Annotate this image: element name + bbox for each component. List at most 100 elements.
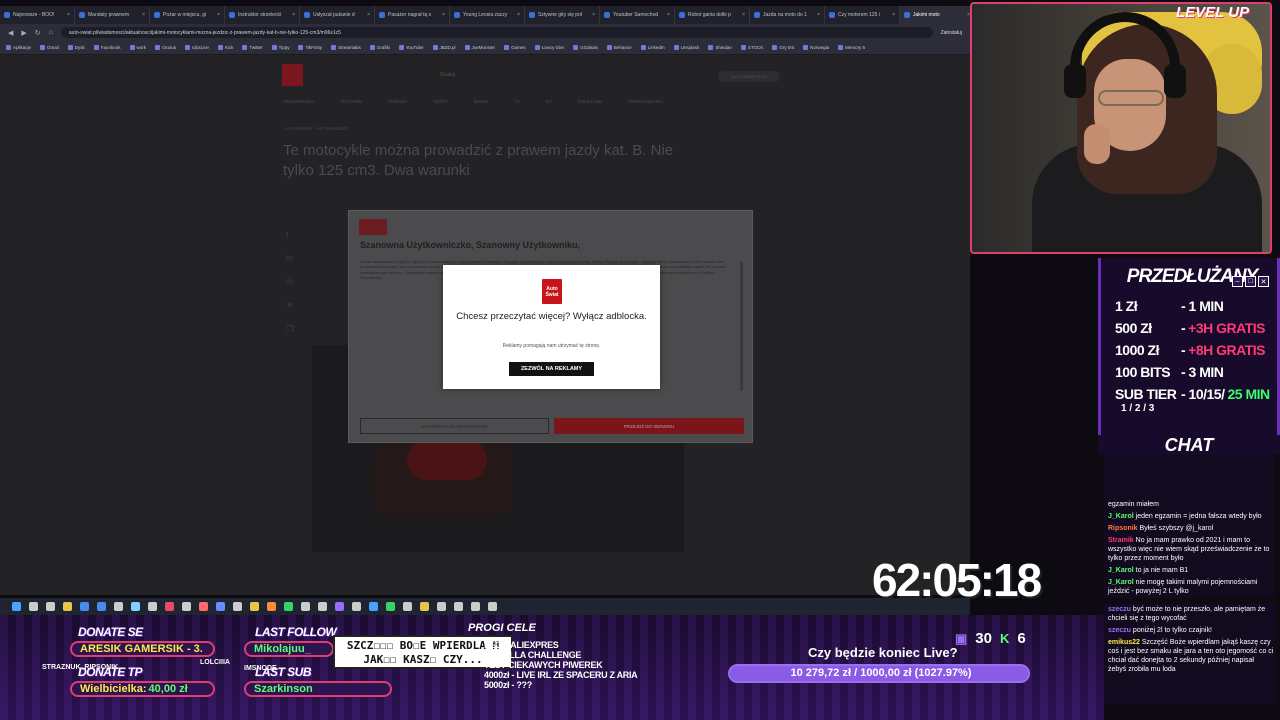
- taskbar-app-20-icon[interactable]: [488, 602, 497, 611]
- consent-scrollbar[interactable]: [740, 261, 743, 391]
- taskbar-app-10-icon[interactable]: [318, 602, 327, 611]
- taskbar-app-5-icon[interactable]: [199, 602, 208, 611]
- bookmark-item[interactable]: STOCK: [740, 45, 763, 50]
- bookmark-item[interactable]: Norwegia: [803, 45, 829, 50]
- browser-tab[interactable]: Jazda na moto do 1 ×: [750, 6, 825, 24]
- bookmark-item[interactable]: TikFinity: [298, 45, 322, 50]
- taskbar-app-15-icon[interactable]: [403, 602, 412, 611]
- site-nav-item[interactable]: TESTY: [433, 99, 448, 104]
- bookmark-item[interactable]: Dysk: [67, 45, 85, 50]
- browser-tab[interactable]: Usłyszał pukanie d ×: [300, 6, 375, 24]
- taskbar-spotify-icon[interactable]: [284, 602, 293, 611]
- bookmark-item[interactable]: Łowcy Gier: [534, 45, 564, 50]
- taskbar-chrome-icon[interactable]: [250, 602, 259, 611]
- taskbar-mail-icon[interactable]: [97, 602, 106, 611]
- taskbar-app-3-icon[interactable]: [165, 602, 174, 611]
- bookmark-item[interactable]: Aplikacje: [6, 45, 31, 50]
- site-nav-item[interactable]: TV: [514, 99, 520, 104]
- taskbar-calendar-icon[interactable]: [114, 602, 123, 611]
- taskbar-start-icon[interactable]: [12, 602, 21, 611]
- bookmark-item[interactable]: JBZD.pl: [432, 45, 456, 50]
- bookmark-item[interactable]: GGdeals: [573, 45, 598, 50]
- site-logo[interactable]: [282, 64, 303, 86]
- tab-close-icon[interactable]: ×: [892, 12, 895, 18]
- browser-tab[interactable]: Robot gania dolki p ×: [675, 6, 750, 24]
- taskbar-app-16-icon[interactable]: [420, 602, 429, 611]
- taskbar-app-8-icon[interactable]: [267, 602, 276, 611]
- browser-tab[interactable]: Sztywne gity się poł ×: [525, 6, 600, 24]
- taskbar-app-2-icon[interactable]: [148, 602, 157, 611]
- taskbar-app-6-icon[interactable]: [216, 602, 225, 611]
- site-nav-item[interactable]: PRZEGLĄDARKI: [628, 99, 663, 104]
- browser-tab[interactable]: Mandaty prawnem ×: [75, 6, 150, 24]
- bookmark-item[interactable]: IdiotLive: [185, 45, 209, 50]
- tab-close-icon[interactable]: ×: [67, 12, 70, 18]
- site-nav-item[interactable]: POLECANE: [578, 99, 603, 104]
- bookmark-item[interactable]: Behance: [606, 45, 632, 50]
- taskbar-store-icon[interactable]: [80, 602, 89, 611]
- browser-tab[interactable]: Najnowsze - BOO! ×: [0, 6, 75, 24]
- browser-tab[interactable]: Czy motorem 125 i ×: [825, 6, 900, 24]
- taskbar-app-19-icon[interactable]: [471, 602, 480, 611]
- bookmark-item[interactable]: Shindan: [708, 45, 732, 50]
- bookmark-item[interactable]: Games: [504, 45, 526, 50]
- whatsapp-icon[interactable]: ◎: [286, 276, 294, 287]
- tab-close-icon[interactable]: ×: [217, 12, 220, 18]
- go-to-site-button[interactable]: PRZEJDŹ DO SERWISU: [554, 418, 744, 434]
- taskbar-file-explorer-icon[interactable]: [63, 602, 72, 611]
- bookmark-item[interactable]: Twitter: [242, 45, 263, 50]
- browser-tab[interactable]: Pasażer nagrał tą s ×: [375, 6, 450, 24]
- browser-tab[interactable]: Instruktor strzelecki ×: [225, 6, 300, 24]
- bookmark-item[interactable]: Kick: [217, 45, 233, 50]
- bookmark-item[interactable]: Facebook: [93, 45, 121, 50]
- facebook-icon[interactable]: f: [286, 230, 294, 240]
- tab-close-icon[interactable]: ×: [442, 12, 445, 18]
- bookmark-item[interactable]: Unsplash: [673, 45, 699, 50]
- home-icon[interactable]: ⌂: [49, 29, 53, 36]
- browser-tab[interactable]: Young Leosia zaczy ×: [450, 6, 525, 24]
- browser-tab[interactable]: Pożar w miejscu, gi ×: [150, 6, 225, 24]
- bookmark-item[interactable]: JoeMonster: [464, 45, 495, 50]
- taskbar-app-12-icon[interactable]: [352, 602, 361, 611]
- site-nav-item[interactable]: TESTOWE: [340, 99, 362, 104]
- reload-icon[interactable]: ↻: [35, 29, 41, 37]
- back-icon[interactable]: ◀: [8, 29, 13, 37]
- taskbar-app-11-icon[interactable]: [335, 602, 344, 611]
- taskbar-task-view-icon[interactable]: [46, 602, 55, 611]
- site-search-input[interactable]: Szukaj: [440, 72, 455, 78]
- bookmark-item[interactable]: Streamlabs: [331, 45, 361, 50]
- forward-icon[interactable]: ▶: [21, 29, 26, 37]
- tab-close-icon[interactable]: ×: [667, 12, 670, 18]
- taskbar-app-13-icon[interactable]: [369, 602, 378, 611]
- tab-close-icon[interactable]: ×: [742, 12, 745, 18]
- bookmark-item[interactable]: Tippy: [271, 45, 289, 50]
- bookmark-item[interactable]: YouTube: [398, 45, 424, 50]
- tab-close-icon[interactable]: ×: [367, 12, 370, 18]
- taskbar-app-1-icon[interactable]: [131, 602, 140, 611]
- bookmark-item[interactable]: Oculus: [155, 45, 176, 50]
- tab-close-icon[interactable]: ×: [292, 12, 295, 18]
- url-field[interactable]: auto-swiat.pl/wiadomosci/aktualnosci/jak…: [60, 27, 933, 38]
- tab-close-icon[interactable]: ×: [817, 12, 820, 18]
- bookmark-item[interactable]: LinkedIn: [640, 45, 665, 50]
- x-icon[interactable]: ✕: [286, 300, 294, 311]
- install-extension-button[interactable]: Zainstaluj: [941, 30, 962, 36]
- bookmark-item[interactable]: Grafiki: [369, 45, 390, 50]
- taskbar-app-18-icon[interactable]: [454, 602, 463, 611]
- bookmark-item[interactable]: Memory 5: [838, 45, 865, 50]
- taskbar-search-icon[interactable]: [29, 602, 38, 611]
- copy-link-icon[interactable]: ❐: [286, 324, 294, 335]
- taskbar-app-17-icon[interactable]: [437, 602, 446, 611]
- taskbar-app-4-icon[interactable]: [182, 602, 191, 611]
- advanced-settings-button[interactable]: USTAWIENIA ZAAWANSOWANE: [360, 418, 549, 434]
- allow-ads-button[interactable]: ZEZWÓL NA REKLAMY: [509, 362, 594, 376]
- tab-close-icon[interactable]: ×: [592, 12, 595, 18]
- bookmark-item[interactable]: Gmail: [40, 45, 59, 50]
- site-nav-item[interactable]: MARKI: [474, 99, 488, 104]
- site-nav-item[interactable]: EV: [546, 99, 552, 104]
- bookmark-item[interactable]: work: [129, 45, 146, 50]
- site-nav-item[interactable]: PORADY: [388, 99, 407, 104]
- taskbar-app-14-icon[interactable]: [386, 602, 395, 611]
- bookmark-item[interactable]: Gry tmt: [772, 45, 794, 50]
- taskbar-app-7-icon[interactable]: [233, 602, 242, 611]
